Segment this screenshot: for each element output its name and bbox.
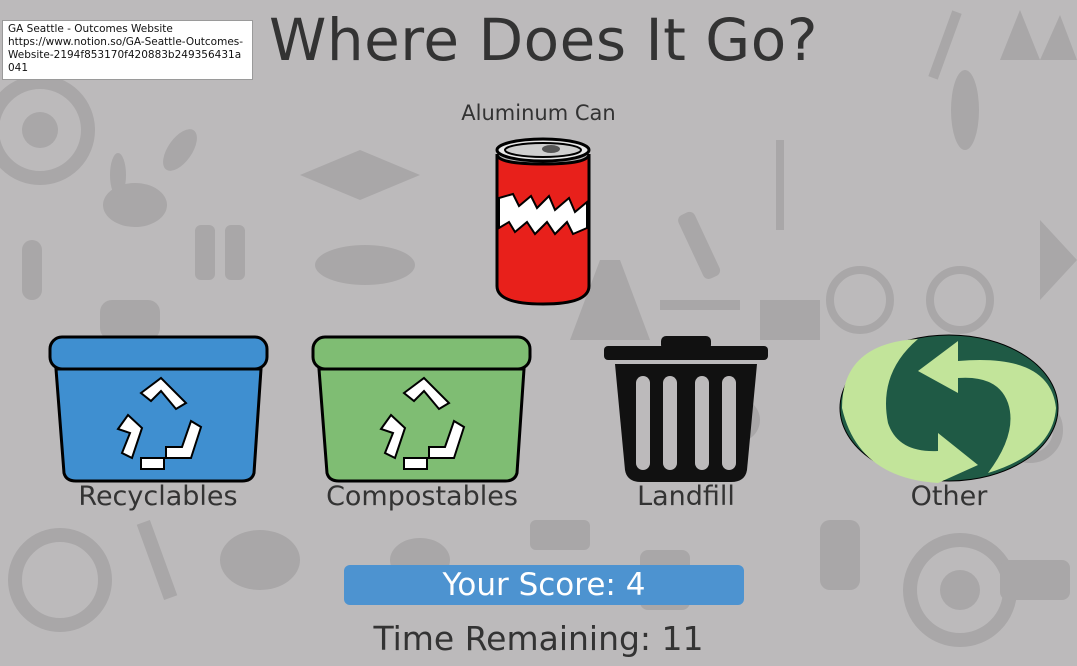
aluminum-can-image[interactable]	[493, 136, 593, 311]
landfill-label: Landfill	[637, 481, 735, 512]
link-tooltip: GA Seattle - Outcomes Website https://ww…	[2, 20, 253, 80]
recyclables-bin[interactable]	[46, 333, 271, 483]
other-label: Other	[910, 481, 988, 512]
other-bin[interactable]	[838, 333, 1060, 483]
score-display: Your Score: 4	[344, 565, 744, 605]
compostables-bin[interactable]	[309, 333, 534, 483]
current-item-label: Aluminum Can	[461, 101, 616, 125]
recyclables-label: Recyclables	[78, 481, 238, 512]
tooltip-title: GA Seattle - Outcomes Website	[8, 23, 173, 35]
compostables-label: Compostables	[326, 481, 518, 512]
landfill-bin[interactable]	[601, 332, 771, 484]
tooltip-url: https://www.notion.so/GA-Seattle-Outcome…	[8, 36, 244, 74]
time-remaining: Time Remaining: 11	[373, 619, 704, 658]
